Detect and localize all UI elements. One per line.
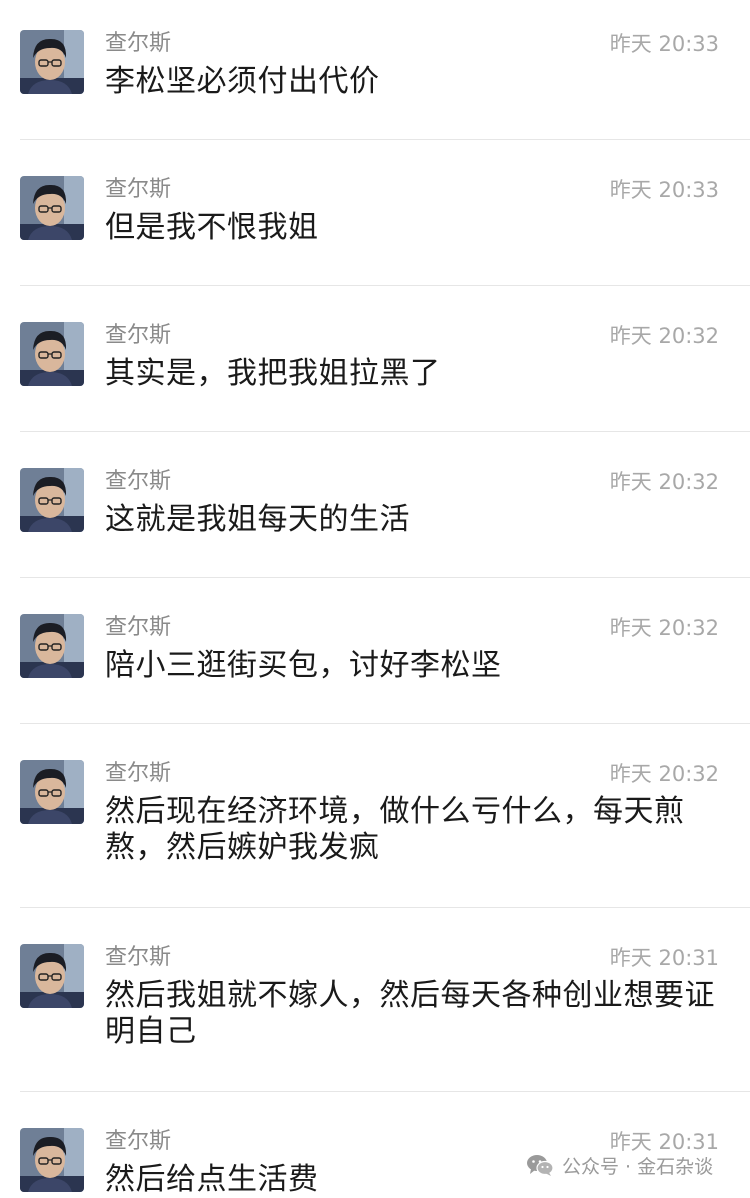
message-time: 昨天 20:32 [609,616,719,640]
wechat-icon [527,1155,554,1176]
divider [20,285,750,286]
sender-name: 查尔斯 [105,177,172,202]
message-time: 昨天 20:31 [609,946,719,970]
user-avatar[interactable] [20,468,84,532]
sender-name: 查尔斯 [105,615,172,640]
avatar-icon [20,468,84,532]
message-item[interactable]: 查尔斯 昨天 20:32 其实是，我把我姐拉黑了 [0,292,750,432]
message-time: 昨天 20:32 [609,324,719,348]
message-text: 陪小三逛街买包，讨好李松坚 [105,648,502,683]
user-avatar[interactable] [20,30,84,94]
message-text: 这就是我姐每天的生活 [105,502,410,537]
message-text: 其实是，我把我姐拉黑了 [105,356,441,391]
message-time: 昨天 20:32 [609,470,719,494]
sender-name: 查尔斯 [105,761,172,786]
avatar-icon [20,322,84,386]
divider [20,577,750,578]
avatar-icon [20,176,84,240]
sender-name: 查尔斯 [105,323,172,348]
message-time: 昨天 20:33 [609,178,719,202]
user-avatar[interactable] [20,760,84,824]
message-text: 但是我不恨我姐 [105,210,319,245]
message-item[interactable]: 查尔斯 昨天 20:32 然后现在经济环境，做什么亏什么，每天煎熬，然后嫉妒我发… [0,730,750,908]
message-item[interactable]: 查尔斯 昨天 20:33 但是我不恨我姐 [0,146,750,286]
sender-name: 查尔斯 [105,1129,172,1154]
user-avatar[interactable] [20,944,84,1008]
divider [20,723,750,724]
avatar-icon [20,760,84,824]
message-text: 然后我姐就不嫁人，然后每天各种创业想要证明自己 [105,978,715,1049]
user-avatar[interactable] [20,614,84,678]
message-text: 李松坚必须付出代价 [105,64,380,99]
divider [20,431,750,432]
sender-name: 查尔斯 [105,945,172,970]
sender-name: 查尔斯 [105,31,172,56]
watermark: 公众号 · 金石杂谈 [526,1150,713,1180]
message-item[interactable]: 查尔斯 昨天 20:32 陪小三逛街买包，讨好李松坚 [0,584,750,724]
avatar-icon [20,614,84,678]
user-avatar[interactable] [20,322,84,386]
message-item[interactable]: 查尔斯 昨天 20:33 李松坚必须付出代价 [0,0,750,140]
watermark-text: 公众号 · 金石杂谈 [562,1155,714,1178]
user-avatar[interactable] [20,176,84,240]
sender-name: 查尔斯 [105,469,172,494]
divider [20,139,750,140]
divider [20,907,750,908]
avatar-icon [20,944,84,1008]
avatar-icon [20,30,84,94]
message-item[interactable]: 查尔斯 昨天 20:31 然后我姐就不嫁人，然后每天各种创业想要证明自己 [0,914,750,1092]
message-item[interactable]: 查尔斯 昨天 20:32 这就是我姐每天的生活 [0,438,750,578]
message-item[interactable]: 查尔斯 昨天 20:31 然后给点生活费 [0,1098,750,1197]
message-time: 昨天 20:32 [609,762,719,786]
divider [20,1091,750,1092]
message-text: 然后现在经济环境，做什么亏什么，每天煎熬，然后嫉妒我发疯 [105,794,685,865]
avatar-icon [20,1128,84,1192]
user-avatar[interactable] [20,1128,84,1192]
message-time: 昨天 20:33 [609,32,719,56]
